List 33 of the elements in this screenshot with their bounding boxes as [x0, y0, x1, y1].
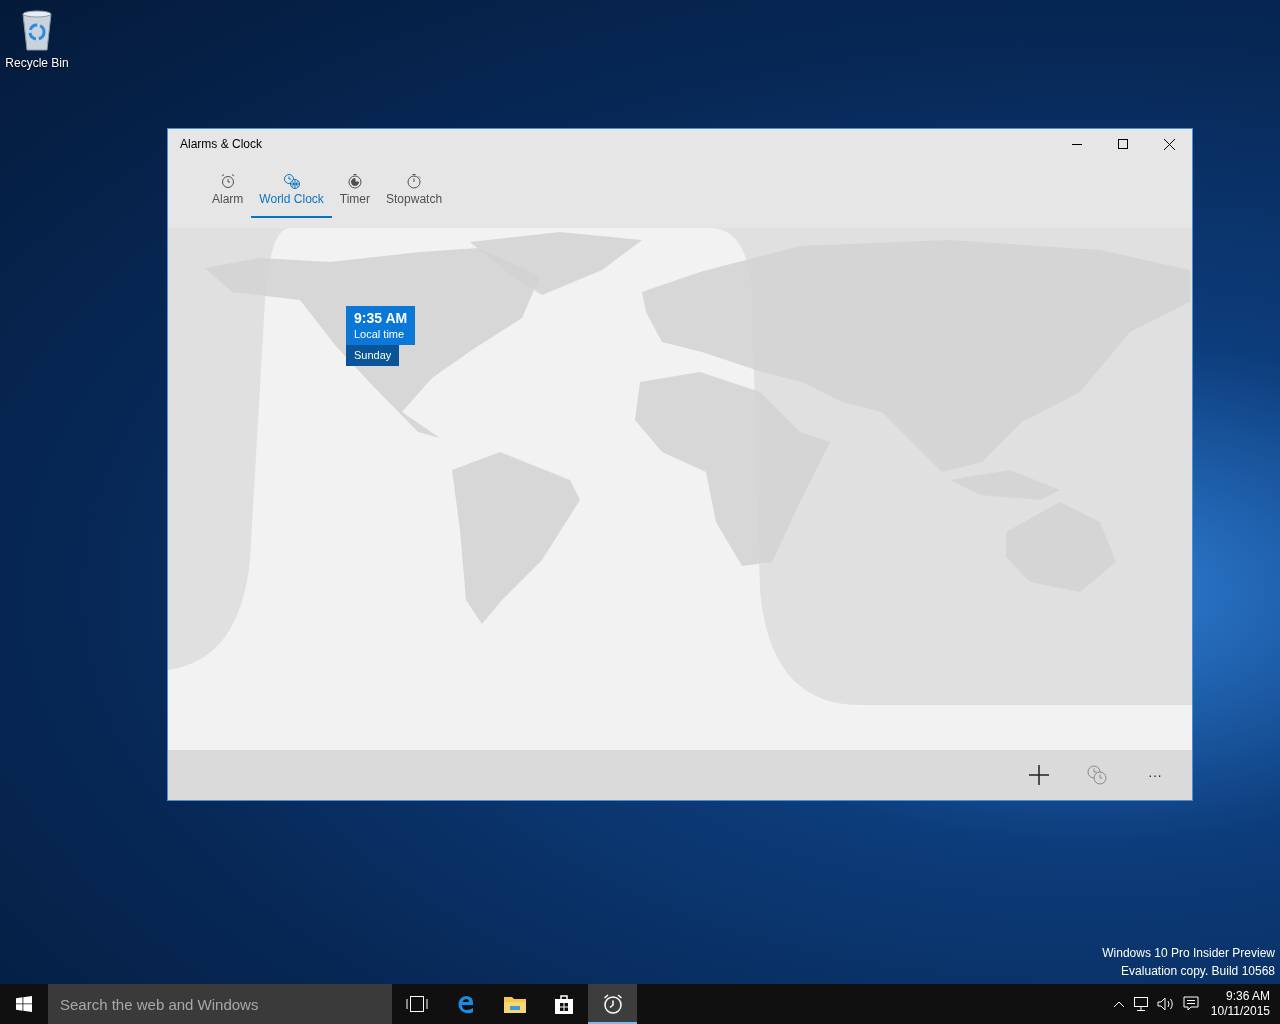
maximize-icon: [1118, 139, 1128, 149]
more-button[interactable]: ···: [1126, 755, 1184, 795]
folder-icon: [503, 995, 526, 1013]
system-notice-text: Windows 10 Pro Insider Preview: [1102, 945, 1275, 962]
day-label: Sunday: [346, 345, 400, 366]
plus-icon: [1029, 765, 1049, 785]
system-notice-text: Evaluation copy. Build 10568: [1121, 963, 1275, 980]
alarm-clock-icon: [601, 993, 624, 1015]
tab[interactable]: Alarm: [204, 173, 252, 218]
city-label: Local time: [354, 327, 406, 342]
tab[interactable]: Stopwatch: [378, 173, 451, 218]
taskbar-app-button[interactable]: [588, 984, 637, 1024]
shopping-bag-icon: [553, 994, 574, 1014]
task-view-icon: [405, 996, 428, 1012]
tab[interactable]: World Clock: [251, 173, 332, 218]
clock-globe-icon: [282, 173, 301, 189]
close-icon: [1163, 138, 1175, 150]
timer-icon: [346, 173, 363, 189]
icon-label[interactable]: Recycle Bin: [5, 54, 69, 72]
alarm-clock-icon: [219, 173, 236, 189]
stopwatch-icon: [406, 173, 423, 189]
network-icon[interactable]: [1132, 997, 1149, 1011]
window-title: Alarms & Clock: [180, 136, 262, 153]
time-card[interactable]: 9:35 AM Local time: [346, 306, 416, 345]
clock-time: 9:35 AM: [354, 309, 408, 327]
message-icon[interactable]: [1182, 996, 1199, 1012]
search-field[interactable]: Search the web and Windows: [48, 984, 392, 1024]
speaker-icon[interactable]: [1156, 997, 1175, 1011]
taskbar-clock[interactable]: 9:36 AM 10/11/2015: [1210, 989, 1270, 1019]
chevron-up-icon[interactable]: [1112, 1000, 1125, 1008]
tab[interactable]: Timer: [331, 173, 379, 218]
two-clocks-icon: [1086, 764, 1108, 786]
windows-logo-icon: [16, 996, 32, 1012]
